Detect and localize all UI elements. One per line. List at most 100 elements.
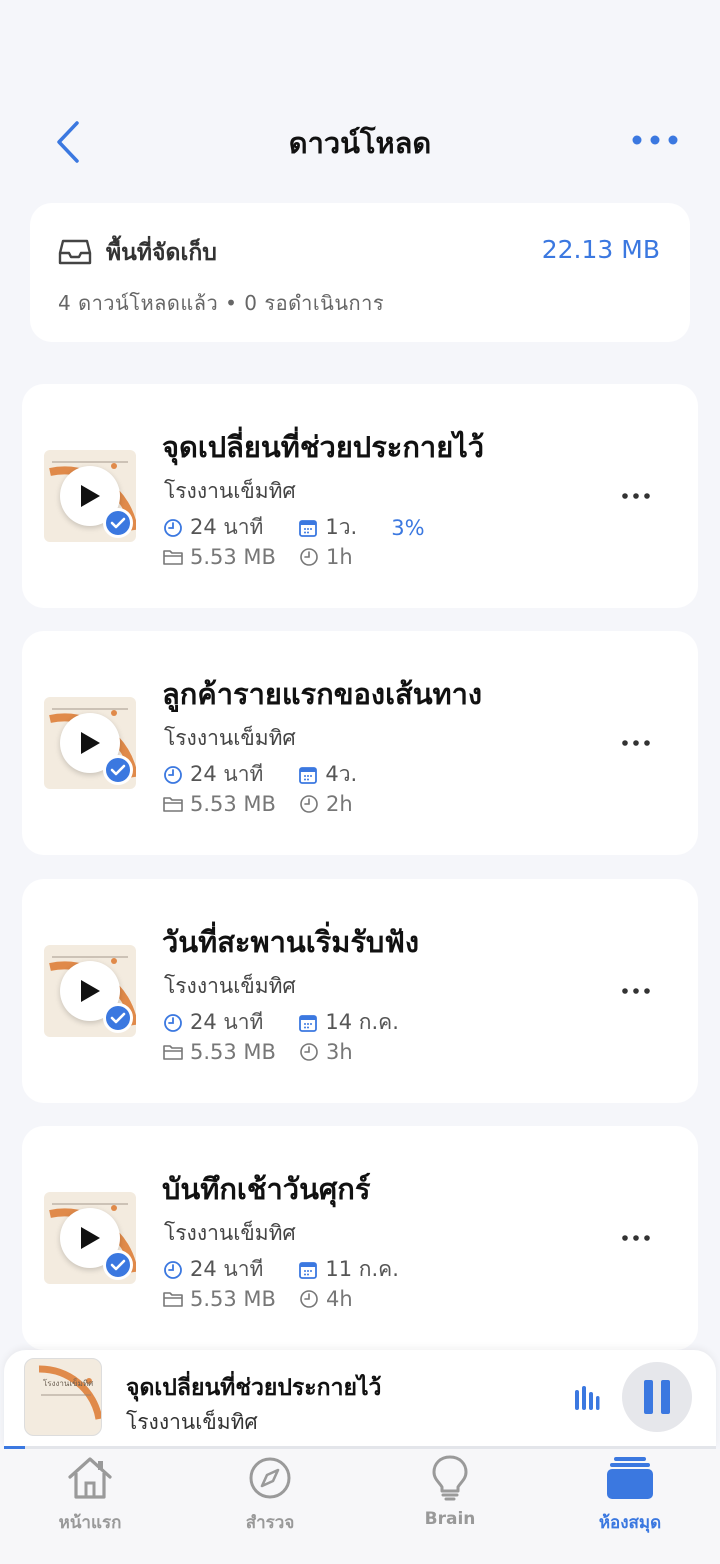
more-options-button[interactable]	[626, 124, 684, 156]
episode-file-row: 5.53 MB 2h	[162, 792, 353, 816]
tab-explore[interactable]: สำรวจ	[180, 1449, 360, 1539]
compass-icon	[249, 1457, 291, 1499]
more-horizontal-icon	[622, 493, 650, 499]
episode-title: บันทึกเช้าวันศุกร์	[162, 1172, 371, 1206]
play-icon	[81, 1227, 100, 1249]
clock-icon	[162, 1012, 184, 1034]
episode-downloaded-ago: 2h	[325, 792, 353, 816]
episode-progress: 3%	[391, 515, 425, 540]
clock-icon	[162, 764, 184, 786]
episode-duration: 24 นาที	[190, 1010, 264, 1034]
episode-card[interactable]: ลูกค้ารายแรกของเส้นทาง โรงงานเข็มทิศ 24 …	[22, 631, 698, 855]
clock-icon	[298, 546, 320, 568]
downloaded-check-icon	[103, 1003, 133, 1033]
episode-file-size: 5.53 MB	[190, 1287, 276, 1311]
tab-brain[interactable]: Brain	[360, 1449, 540, 1539]
episode-more-button[interactable]	[616, 979, 656, 1003]
mini-player-title: จุดเปลี่ยนที่ช่วยประกายไว้	[126, 1375, 382, 1401]
episode-more-button[interactable]	[616, 731, 656, 755]
clock-icon	[162, 1259, 184, 1281]
storage-card: พื้นที่จัดเก็บ 22.13 MB 4 ดาวน์โหลดแล้ว …	[30, 203, 690, 342]
episode-channel: โรงงานเข็มทิศ	[164, 1221, 296, 1245]
episode-downloaded-ago: 3h	[325, 1040, 353, 1064]
tab-bar: หน้าแรก สำรวจ Brain ห้องสมุด	[0, 1449, 720, 1564]
episode-meta-row: 24 นาที 11 ก.ค.	[162, 1253, 433, 1286]
episode-card[interactable]: วันที่สะพานเริ่มรับฟัง โรงงานเข็มทิศ 24 …	[22, 879, 698, 1103]
episode-meta-row: 24 นาที 1ว. 3%	[162, 511, 425, 544]
episode-more-button[interactable]	[616, 1226, 656, 1250]
folder-icon	[162, 793, 184, 815]
episode-file-row: 5.53 MB 1h	[162, 545, 353, 569]
storage-size: 22.13 MB	[541, 235, 660, 264]
episode-card[interactable]: จุดเปลี่ยนที่ช่วยประกายไว้ โรงงานเข็มทิศ…	[22, 384, 698, 608]
tab-home[interactable]: หน้าแรก	[0, 1449, 180, 1539]
clock-icon	[298, 793, 320, 815]
episode-duration: 24 นาที	[190, 762, 264, 786]
episode-channel: โรงงานเข็มทิศ	[164, 479, 296, 503]
play-icon	[81, 980, 100, 1002]
more-horizontal-icon	[622, 740, 650, 746]
episode-date: 14 ก.ค.	[325, 1010, 399, 1034]
folder-icon	[162, 1288, 184, 1310]
more-horizontal-icon	[632, 135, 678, 145]
episode-more-button[interactable]	[616, 484, 656, 508]
calendar-icon	[297, 1259, 319, 1281]
storage-summary: 4 ดาวน์โหลดแล้ว • 0 รอดำเนินการ	[58, 291, 385, 315]
clock-icon	[298, 1041, 320, 1063]
tab-library[interactable]: ห้องสมุด	[540, 1449, 720, 1539]
episode-meta-row: 24 นาที 14 ก.ค.	[162, 1006, 433, 1039]
clock-icon	[298, 1288, 320, 1310]
episode-meta-row: 24 นาที 4ว.	[162, 758, 391, 791]
calendar-icon	[297, 517, 319, 539]
episode-file-size: 5.53 MB	[190, 792, 276, 816]
audio-bars-button[interactable]	[574, 1384, 600, 1412]
episode-date: 1ว.	[325, 515, 358, 539]
top-bar: ดาวน์โหลด	[0, 0, 720, 180]
episode-duration: 24 นาที	[190, 1257, 264, 1281]
clock-icon	[162, 517, 184, 539]
play-icon	[81, 485, 100, 507]
storage-title: พื้นที่จัดเก็บ	[106, 240, 217, 266]
episode-file-row: 5.53 MB 3h	[162, 1040, 353, 1064]
tab-label-home: หน้าแรก	[58, 1513, 122, 1533]
pause-icon	[644, 1380, 670, 1414]
audio-bars-icon	[575, 1386, 600, 1410]
folder-icon	[162, 546, 184, 568]
episode-card[interactable]: บันทึกเช้าวันศุกร์ โรงงานเข็มทิศ 24 นาที…	[22, 1126, 698, 1350]
episode-title: ลูกค้ารายแรกของเส้นทาง	[162, 677, 483, 711]
downloaded-check-icon	[103, 1250, 133, 1280]
mini-player[interactable]: โรงงานเข็มทิศ จุดเปลี่ยนที่ช่วยประกายไว้…	[4, 1350, 716, 1446]
episode-file-row: 5.53 MB 4h	[162, 1287, 353, 1311]
episode-date: 4ว.	[325, 762, 358, 786]
episode-channel: โรงงานเข็มทิศ	[164, 726, 296, 750]
tab-label-explore: สำรวจ	[245, 1513, 295, 1533]
mini-artwork-caption: โรงงานเข็มทิศ	[43, 1379, 94, 1388]
play-icon	[81, 732, 100, 754]
calendar-icon	[297, 764, 319, 786]
folder-icon	[162, 1041, 184, 1063]
episode-file-size: 5.53 MB	[190, 1040, 276, 1064]
library-icon	[607, 1457, 653, 1499]
more-horizontal-icon	[622, 988, 650, 994]
page-title: ดาวน์โหลด	[288, 126, 432, 160]
more-horizontal-icon	[622, 1235, 650, 1241]
tray-icon	[58, 239, 92, 265]
episode-duration: 24 นาที	[190, 515, 264, 539]
episode-title: วันที่สะพานเริ่มรับฟัง	[162, 925, 420, 959]
episode-downloaded-ago: 1h	[325, 545, 353, 569]
episode-title: จุดเปลี่ยนที่ช่วยประกายไว้	[162, 430, 485, 464]
episode-channel: โรงงานเข็มทิศ	[164, 974, 296, 998]
mini-player-channel: โรงงานเข็มทิศ	[126, 1410, 258, 1434]
downloaded-check-icon	[103, 755, 133, 785]
pause-button[interactable]	[622, 1362, 692, 1432]
mini-player-artwork: โรงงานเข็มทิศ	[24, 1358, 102, 1436]
tab-label-library: ห้องสมุด	[598, 1513, 662, 1533]
episode-file-size: 5.53 MB	[190, 545, 276, 569]
downloaded-check-icon	[103, 508, 133, 538]
home-icon	[68, 1457, 112, 1499]
episode-downloaded-ago: 4h	[325, 1287, 353, 1311]
episode-date: 11 ก.ค.	[325, 1257, 399, 1281]
lightbulb-icon	[432, 1455, 468, 1501]
tab-label-brain: Brain	[424, 1509, 476, 1529]
calendar-icon	[297, 1012, 319, 1034]
